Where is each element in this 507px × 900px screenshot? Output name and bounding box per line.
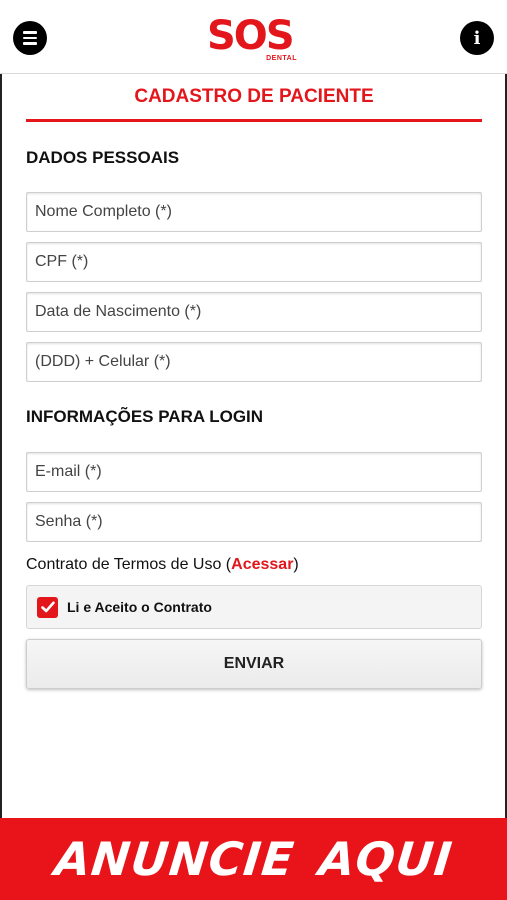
password-input[interactable] bbox=[26, 502, 482, 542]
cpf-input[interactable] bbox=[26, 242, 482, 282]
checkmark-icon bbox=[40, 601, 55, 613]
phone-input[interactable] bbox=[26, 342, 482, 382]
accept-terms-row[interactable]: Li e Aceito o Contrato bbox=[26, 585, 482, 629]
name-input[interactable] bbox=[26, 192, 482, 232]
terms-line: Contrato de Termos de Uso (Acessar) bbox=[26, 556, 299, 574]
banner-text: ANUNCIE AQUI bbox=[51, 832, 456, 886]
section-title-personal: DADOS PESSOAIS bbox=[26, 148, 180, 167]
app-frame bbox=[0, 0, 507, 900]
info-glyph: i bbox=[473, 27, 481, 49]
page-title: CADASTRO DE PACIENTE bbox=[134, 86, 374, 107]
hamburger-menu-icon[interactable] bbox=[13, 21, 47, 55]
terms-suffix: ) bbox=[293, 556, 299, 573]
birth-date-input[interactable] bbox=[26, 292, 482, 332]
email-input[interactable] bbox=[26, 452, 482, 492]
accept-terms-label: Li e Aceito o Contrato bbox=[67, 599, 212, 615]
terms-prefix: Contrato de Termos de Uso ( bbox=[26, 556, 232, 573]
app-header: SOS DENTAL i bbox=[0, 0, 507, 74]
info-icon[interactable]: i bbox=[460, 21, 494, 55]
advertise-banner[interactable]: ANUNCIE AQUI bbox=[0, 818, 507, 900]
accept-terms-checkbox[interactable] bbox=[37, 596, 58, 618]
title-underline bbox=[26, 119, 482, 122]
sos-dental-logo: SOS DENTAL bbox=[207, 10, 301, 66]
section-title-login: INFORMAÇÕES PARA LOGIN bbox=[26, 407, 264, 426]
logo-subtext: DENTAL bbox=[266, 55, 297, 62]
terms-access-link[interactable]: Acessar bbox=[231, 556, 293, 573]
submit-button[interactable]: ENVIAR bbox=[26, 639, 482, 689]
